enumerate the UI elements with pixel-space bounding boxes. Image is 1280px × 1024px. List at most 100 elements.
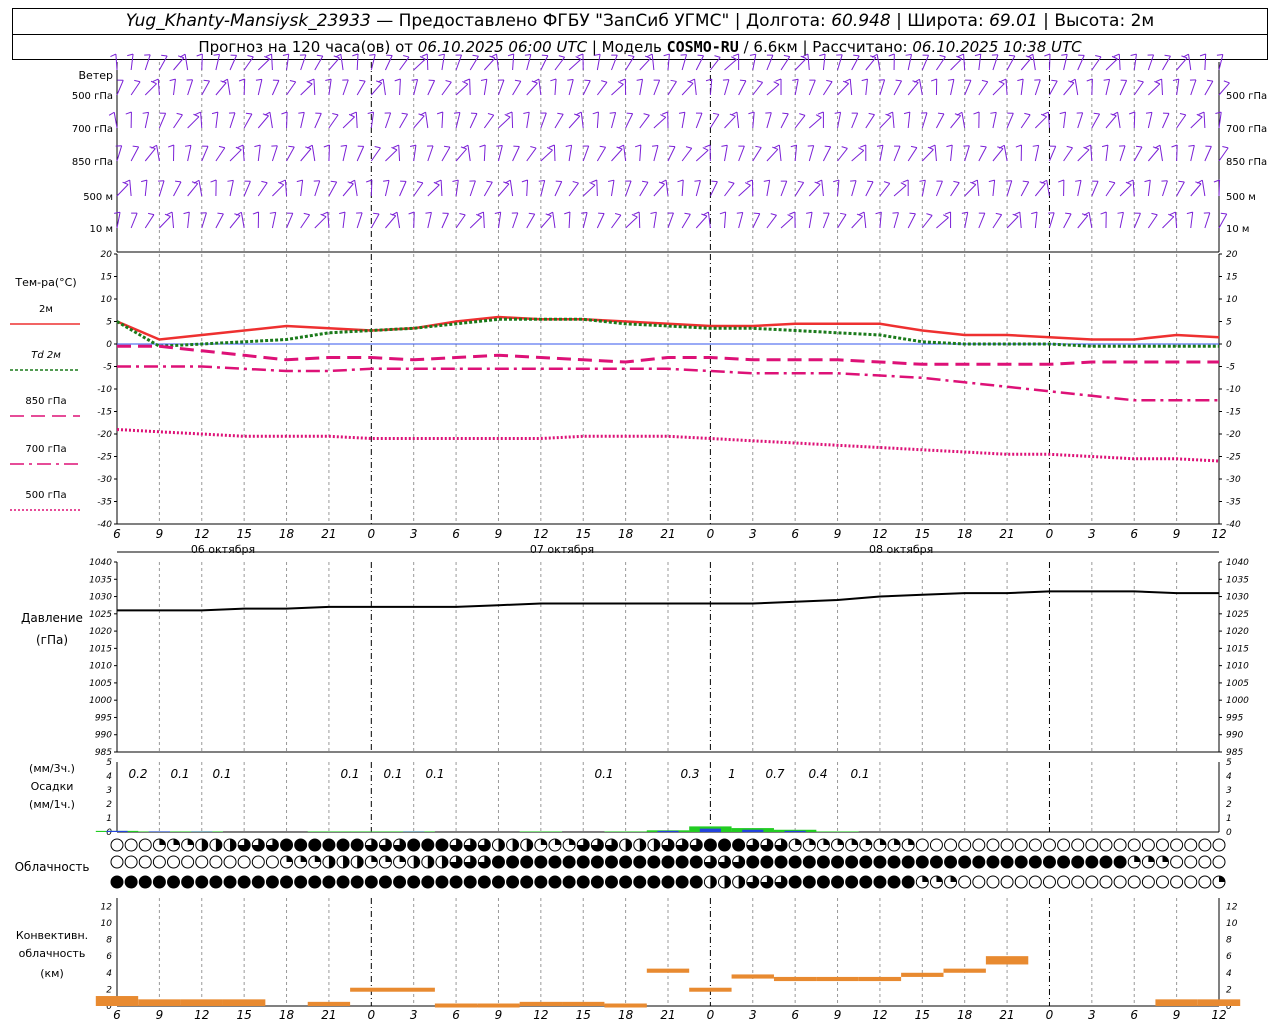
temp-series-line [117,365,1219,402]
conv-bar [816,976,859,982]
cloud-symbol-fill [888,876,901,888]
wind-barb-flag [589,182,596,186]
wind-barb-flag [591,179,597,183]
cloud-symbol [1014,875,1028,889]
wind-barb [695,215,708,229]
precip-bar-1h [784,830,806,832]
cloud-symbol-fill [605,856,618,868]
conv-bar [392,987,435,992]
cloud-symbol-fill [512,839,519,851]
cloud-symbol [1127,875,1141,889]
wind-barb [738,212,744,229]
x-hour-label-bottom: 15 [915,1008,930,1022]
wind-barb [554,114,564,129]
wind-barb-flag [359,79,366,82]
cloud-symbol-fill [789,876,802,888]
cloud-symbol [1170,855,1184,869]
cloud-symbol-fill [534,876,547,888]
wind-barb [1006,216,1019,229]
wind-barb [1204,146,1212,162]
wind-barb [144,180,148,197]
wind-barb [173,57,185,71]
cloud-symbol-fill [625,839,632,851]
wind-barb-flag [391,211,398,216]
conv-tick-right: 10 [1226,919,1238,929]
wind-barb-flag [763,179,770,182]
pressure-tick-left: 1020 [89,627,112,637]
wind-barb [568,211,571,229]
temp-tick-left: -35 [97,498,112,508]
cloud-symbol-fill [944,856,957,868]
cloud-symbol [1170,875,1184,889]
wind-barb [144,54,151,71]
precip-value-label: 0.3 [680,767,699,781]
pressure-tick-right: 1010 [1226,662,1249,672]
wind-barb [1077,55,1085,71]
wind-barb [893,80,903,96]
precip-tick-left: 2 [106,800,112,810]
temp-tick-right: -10 [1226,385,1241,395]
cloud-symbol-fill [173,839,180,845]
cloud-symbol-fill [407,839,420,851]
wind-barb-flag [1069,78,1076,83]
wind-barb-flag [322,211,329,216]
wind-barb [370,82,383,96]
cloud-symbol [237,855,251,869]
wind-barb-flag [661,111,668,115]
cloud-symbol-fill [803,856,816,868]
wind-barb-flag [770,213,777,216]
wind-barb [271,53,273,71]
wind-barb [469,216,483,229]
cloud-symbol-fill [823,839,830,845]
cloud-symbol-fill [385,856,392,862]
wind-barb-flag [995,212,1002,216]
wind-barb-flag [420,111,426,116]
x-hour-label-bottom: 18 [618,1008,634,1022]
precip-tick-right: 4 [1226,772,1232,782]
wind-barb [286,146,295,162]
cloud-symbol [1198,875,1212,889]
wind-barb-flag [1022,180,1029,183]
wind-barb-flag [861,78,868,82]
wind-barb-flag [1024,112,1031,116]
wind-barb-flag [973,111,980,115]
wind-barb [611,148,623,162]
x-hour-label-bottom: 15 [237,1008,252,1022]
wind-barb-flag [807,145,814,147]
x-hour-label-bottom: 3 [749,1008,757,1022]
wind-barb [201,53,203,71]
wind-barb-flag [756,80,763,83]
wind-barb [808,79,816,96]
x-hour-label-bottom: 12 [1211,1008,1226,1022]
wind-barb [964,80,972,96]
cloud-symbol-fill [760,856,773,868]
x-hour-label: 21 [660,527,675,541]
wind-barb-flag [1093,112,1100,115]
x-hour-label-bottom: 9 [834,1008,842,1022]
conv-tick-right: 2 [1226,985,1232,995]
cloud-symbol [124,838,138,852]
wind-barb [1020,114,1031,129]
cloud-symbol-fill [873,876,886,888]
wind-barb [1190,212,1194,229]
wind-barb-flag [712,112,719,115]
wind-barb-flag [903,111,910,115]
wind-barb-flag [169,78,176,82]
wind-barb [992,112,997,129]
cloud-symbol-fill [795,839,802,845]
wind-barb-flag [581,211,588,214]
wind-barb [639,57,652,71]
wind-barb-flag [524,54,531,56]
conv-bar [307,1001,351,1006]
wind-barb [653,183,665,197]
wind-barb [681,82,694,96]
temp-tick-left: -30 [97,475,112,485]
wind-barb [695,112,703,129]
wind-barb-flag [373,212,380,215]
wind-barb [201,212,207,229]
cloud-symbol-fill [506,856,519,868]
wind-barb-flag [728,181,735,184]
temp-series-line [117,344,1219,366]
cloud-symbol [110,838,124,852]
wind-barb [370,147,381,162]
